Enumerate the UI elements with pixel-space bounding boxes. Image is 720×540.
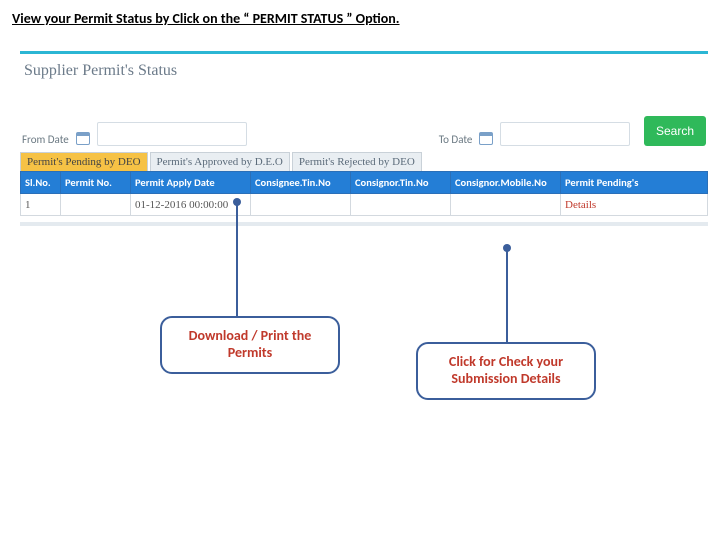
from-date-label: From Date — [22, 133, 69, 146]
col-permit-no: Permit No. — [61, 172, 131, 194]
permit-status-panel: Supplier Permit's Status From Date To Da… — [20, 51, 708, 226]
tab-pending[interactable]: Permit's Pending by DEO — [20, 152, 148, 171]
to-date-label: To Date — [439, 133, 473, 146]
col-apply-date: Permit Apply Date — [131, 172, 251, 194]
callout-connector — [506, 248, 508, 342]
status-tabs: Permit's Pending by DEO Permit's Approve… — [20, 152, 708, 171]
cell-permit-no — [61, 194, 131, 216]
details-link[interactable]: Details — [565, 199, 596, 211]
date-filter-row: From Date To Date Search — [20, 86, 708, 148]
panel-title: Supplier Permit's Status — [20, 54, 708, 86]
panel-footer-divider — [20, 222, 708, 226]
table-header-row: Sl.No. Permit No. Permit Apply Date Cons… — [21, 172, 708, 194]
col-consignor-mobile: Consignor.Mobile.No — [451, 172, 561, 194]
cell-consignor-mobile — [451, 194, 561, 216]
to-date-input[interactable] — [500, 122, 630, 146]
col-slno: Sl.No. — [21, 172, 61, 194]
search-button[interactable]: Search — [644, 116, 706, 146]
cell-consignor-tin — [351, 194, 451, 216]
callout-connector — [236, 202, 238, 316]
calendar-icon[interactable] — [478, 130, 494, 146]
tab-rejected[interactable]: Permit's Rejected by DEO — [292, 152, 422, 171]
table-row: 1 01-12-2016 00:00:00 Details — [21, 194, 708, 216]
col-consignor-tin: Consignor.Tin.No — [351, 172, 451, 194]
callout-submission-details: Click for Check your Submission Details — [416, 342, 596, 400]
tab-approved[interactable]: Permit's Approved by D.E.O — [150, 152, 290, 171]
cell-apply-date: 01-12-2016 00:00:00 — [131, 194, 251, 216]
permit-table: Sl.No. Permit No. Permit Apply Date Cons… — [20, 171, 708, 216]
col-pending: Permit Pending's — [561, 172, 708, 194]
cell-consignee-tin — [251, 194, 351, 216]
callout-download-print: Download / Print the Permits — [160, 316, 340, 374]
cell-slno: 1 — [21, 194, 61, 216]
col-consignee-tin: Consignee.Tin.No — [251, 172, 351, 194]
from-date-input[interactable] — [97, 122, 247, 146]
page-instruction: View your Permit Status by Click on the … — [12, 10, 708, 27]
calendar-icon[interactable] — [75, 130, 91, 146]
